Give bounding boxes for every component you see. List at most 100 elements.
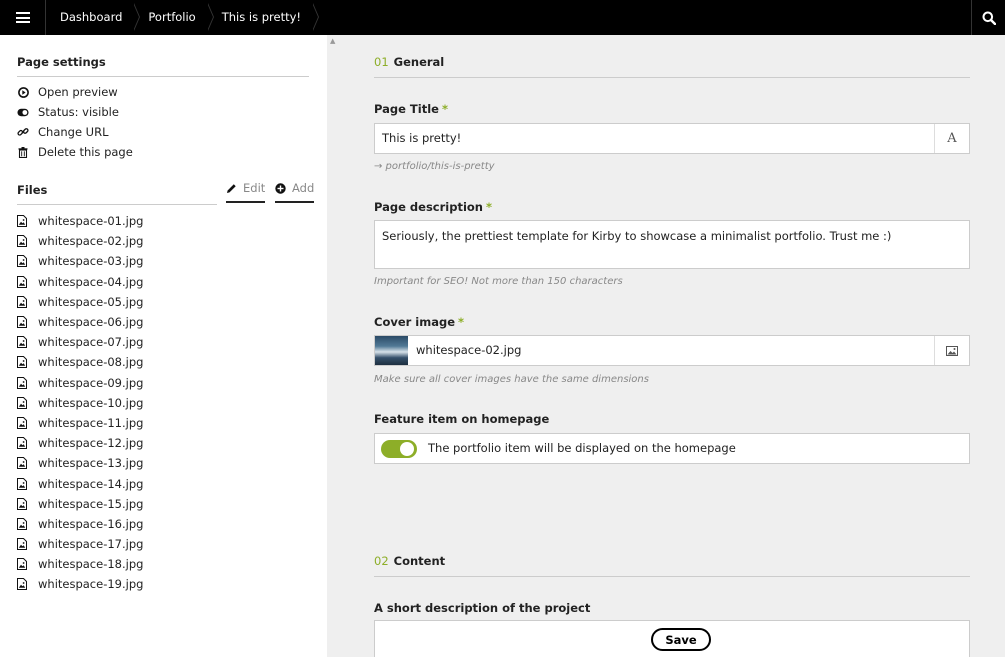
- page-title-label-text: Page Title: [374, 102, 439, 116]
- file-item[interactable]: whitespace-02.jpg: [17, 231, 143, 251]
- page-title-value: This is pretty!: [382, 131, 462, 145]
- cover-image-thumbnail: [375, 336, 408, 365]
- scroll-up-arrow-icon[interactable]: ▲: [330, 37, 335, 45]
- delete-page-label: Delete this page: [38, 145, 133, 159]
- status-toggle-link[interactable]: Status: visible: [17, 102, 119, 122]
- page-description-textarea[interactable]: Seriously, the prettiest template for Ki…: [374, 220, 970, 269]
- feature-label: Feature item on homepage: [374, 412, 550, 426]
- plus-circle-icon: [275, 182, 286, 194]
- image-file-icon: [17, 558, 29, 571]
- files-heading: Files: [17, 183, 217, 205]
- short-description-label: A short description of the project: [374, 601, 591, 615]
- image-file-icon: [17, 396, 29, 409]
- search-icon: [982, 11, 996, 25]
- page-settings-heading: Page settings: [17, 55, 309, 77]
- file-item[interactable]: whitespace-01.jpg: [17, 211, 143, 231]
- file-item[interactable]: whitespace-17.jpg: [17, 534, 143, 554]
- feature-toggle-switch[interactable]: [381, 440, 417, 458]
- link-icon: [17, 126, 29, 138]
- image-file-icon: [17, 215, 29, 228]
- file-item[interactable]: whitespace-14.jpg: [17, 473, 143, 493]
- file-item[interactable]: whitespace-08.jpg: [17, 352, 143, 372]
- search-button[interactable]: [971, 0, 1005, 35]
- file-item[interactable]: whitespace-11.jpg: [17, 413, 143, 433]
- breadcrumb-portfolio[interactable]: Portfolio: [134, 0, 215, 35]
- feature-toggle-text: The portfolio item will be displayed on …: [428, 441, 736, 455]
- file-name: whitespace-05.jpg: [38, 294, 144, 309]
- file-name: whitespace-03.jpg: [38, 254, 144, 269]
- image-file-icon: [17, 376, 29, 389]
- change-url-link[interactable]: Change URL: [17, 122, 109, 142]
- status-label: Status: visible: [38, 105, 119, 119]
- menu-button[interactable]: [0, 0, 46, 35]
- image-icon: [934, 336, 969, 365]
- file-name: whitespace-17.jpg: [38, 537, 144, 552]
- delete-page-link[interactable]: Delete this page: [17, 142, 133, 162]
- file-name: whitespace-19.jpg: [38, 577, 144, 592]
- image-file-icon: [17, 295, 29, 308]
- required-marker: *: [485, 200, 492, 214]
- save-button[interactable]: Save: [651, 628, 711, 651]
- topbar: Dashboard Portfolio This is pretty!: [0, 0, 1005, 35]
- file-item[interactable]: whitespace-04.jpg: [17, 272, 143, 292]
- open-preview-label: Open preview: [38, 85, 118, 99]
- file-name: whitespace-02.jpg: [38, 234, 144, 249]
- add-file-button[interactable]: Add: [275, 181, 315, 203]
- file-name: whitespace-10.jpg: [38, 395, 144, 410]
- page-description-value: Seriously, the prettiest template for Ki…: [382, 229, 892, 243]
- image-file-icon: [17, 416, 29, 429]
- file-name: whitespace-11.jpg: [38, 415, 144, 430]
- file-name: whitespace-08.jpg: [38, 355, 144, 370]
- file-item[interactable]: whitespace-16.jpg: [17, 514, 143, 534]
- file-list: whitespace-01.jpg whitespace-02.jpg whites…: [17, 211, 143, 595]
- file-item[interactable]: whitespace-12.jpg: [17, 433, 143, 453]
- cover-image-help: Make sure all cover images have the same…: [374, 374, 649, 385]
- file-name: whitespace-16.jpg: [38, 516, 144, 531]
- image-file-icon: [17, 578, 29, 591]
- file-name: whitespace-07.jpg: [38, 335, 144, 350]
- breadcrumb-dashboard[interactable]: Dashboard: [46, 0, 141, 35]
- image-file-icon: [17, 255, 29, 268]
- file-name: whitespace-15.jpg: [38, 496, 144, 511]
- image-file-icon: [17, 336, 29, 349]
- required-marker: *: [441, 102, 448, 116]
- cover-image-label-text: Cover image: [374, 315, 456, 329]
- main-panel: ▲ 01 General Page Title * This is pretty! …: [327, 35, 1005, 657]
- image-file-icon: [17, 356, 29, 369]
- image-file-icon: [17, 275, 29, 288]
- file-item[interactable]: whitespace-13.jpg: [17, 453, 143, 473]
- trash-icon: [17, 146, 29, 158]
- page-description-help: Important for SEO! Not more than 150 cha…: [374, 276, 623, 287]
- file-item[interactable]: whitespace-03.jpg: [17, 251, 143, 271]
- breadcrumb-current-page[interactable]: This is pretty!: [208, 0, 320, 35]
- sidebar: Page settings Open preview Status: visib…: [0, 35, 327, 657]
- edit-label: Edit: [243, 181, 266, 195]
- cover-image-label: Cover image *: [374, 315, 464, 329]
- page-title-input[interactable]: This is pretty! A: [374, 123, 970, 154]
- file-name: whitespace-04.jpg: [38, 274, 144, 289]
- cover-image-select[interactable]: whitespace-02.jpg: [374, 335, 970, 366]
- file-name: whitespace-06.jpg: [38, 315, 144, 330]
- pencil-icon: [226, 183, 237, 194]
- page-description-label: Page description *: [374, 200, 492, 214]
- hamburger-icon: [15, 12, 30, 23]
- file-name: whitespace-12.jpg: [38, 436, 144, 451]
- file-item[interactable]: whitespace-07.jpg: [17, 332, 143, 352]
- file-name: whitespace-01.jpg: [38, 214, 144, 229]
- add-label: Add: [292, 181, 315, 195]
- file-item[interactable]: whitespace-10.jpg: [17, 393, 143, 413]
- file-item[interactable]: whitespace-09.jpg: [17, 373, 143, 393]
- edit-files-button[interactable]: Edit: [226, 181, 266, 203]
- file-item[interactable]: whitespace-19.jpg: [17, 574, 143, 594]
- file-item[interactable]: whitespace-15.jpg: [17, 494, 143, 514]
- image-file-icon: [17, 437, 29, 450]
- section-number: 01: [374, 55, 389, 69]
- open-preview-link[interactable]: Open preview: [17, 82, 118, 102]
- image-file-icon: [17, 497, 29, 510]
- cover-image-value: whitespace-02.jpg: [416, 343, 522, 357]
- page-url-hint: → portfolio/this-is-pretty: [374, 161, 495, 172]
- change-url-label: Change URL: [38, 125, 109, 139]
- file-item[interactable]: whitespace-06.jpg: [17, 312, 143, 332]
- file-item[interactable]: whitespace-05.jpg: [17, 292, 143, 312]
- file-item[interactable]: whitespace-18.jpg: [17, 554, 143, 574]
